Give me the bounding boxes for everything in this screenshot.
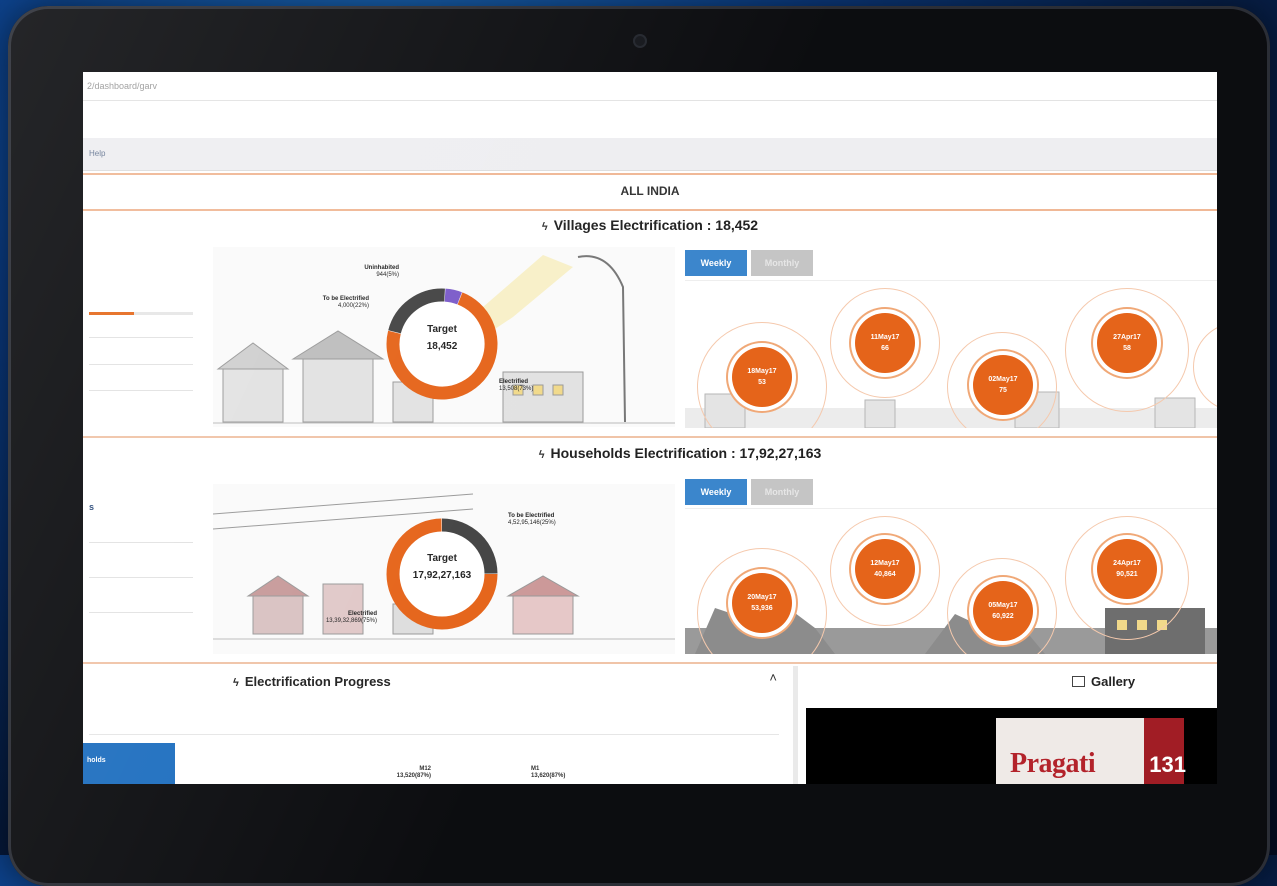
- tab-monthly[interactable]: Monthly: [751, 479, 813, 505]
- donut-segment-uninhabited: [444, 288, 462, 305]
- bubble-value: 53,936: [751, 605, 773, 612]
- bubble-date: 24Apr17: [1113, 560, 1141, 567]
- villages-section-title: ϟ Villages Electrification : 18,452: [83, 217, 1217, 233]
- villages-title-text: Villages Electrification : 18,452: [553, 217, 759, 233]
- bubble-value: 75: [999, 387, 1007, 394]
- bubble-value: 66: [881, 345, 889, 352]
- households-period-tabs: Weekly Monthly: [685, 479, 813, 505]
- thumbnail-title: Pragati: [1010, 748, 1096, 779]
- label-to-be-electrified-name: To be Electrified: [322, 296, 369, 302]
- bubble-week-2[interactable]: 12May17 40,864: [855, 539, 915, 599]
- donut-center-value: 18,452: [426, 341, 458, 352]
- label-electrified: Electrified 13,39,32,869(75%): [303, 611, 377, 625]
- households-side-label: s: [89, 502, 95, 512]
- section-divider: [83, 436, 1217, 438]
- tab-monthly[interactable]: Monthly: [751, 250, 813, 276]
- tablet-screen: 2/dashboard/garv Help ALL INDIA ϟ Village…: [83, 72, 1217, 784]
- marker-value: 13,620(87%): [531, 773, 566, 779]
- label-to-be-electrified-value: 4,000(22%): [337, 303, 369, 309]
- tab-households[interactable]: holds: [83, 743, 175, 784]
- households-weekly-bubbles: 20May17 53,936 12May17 40,864 05May17 60…: [685, 508, 1217, 654]
- bubble-date: 05May17: [988, 602, 1018, 609]
- address-bar[interactable]: 2/dashboard/garv: [83, 72, 1217, 101]
- marker-m1: M1 13,620(87%): [531, 766, 565, 780]
- panel-separator: [793, 666, 798, 784]
- donut-center-value: 17,92,27,163: [412, 570, 472, 581]
- bubble-date: 12May17: [870, 560, 900, 567]
- gallery-title-text: Gallery: [1091, 674, 1136, 689]
- lightning-bolt-icon: ϟ: [538, 449, 545, 461]
- bubble-value: 58: [1123, 345, 1131, 352]
- lightning-bolt-icon: ϟ: [233, 677, 239, 689]
- villages-period-tabs: Weekly Monthly: [685, 250, 813, 276]
- label-electrified: Electrified 13,508(73%): [499, 379, 533, 393]
- households-left-panel: s: [83, 472, 198, 662]
- gallery-viewer: Pragati 131: [806, 708, 1217, 784]
- villages-donut-center: Target 18,452: [395, 324, 489, 352]
- bubble-value: 40,864: [874, 571, 896, 578]
- bubble-value: 53: [758, 379, 766, 386]
- label-uninhabited-value: 944(5%): [376, 272, 399, 278]
- label-electrified-value: 13,508(73%): [499, 386, 534, 392]
- bubble-week-1[interactable]: 20May17 53,936: [732, 573, 792, 633]
- label-to-be-electrified-name: To be Electrified: [508, 513, 555, 519]
- donut-center-label: Target: [427, 324, 457, 335]
- chevron-up-icon[interactable]: ˄: [769, 670, 777, 685]
- tab-weekly[interactable]: Weekly: [685, 250, 747, 276]
- menu-item-help[interactable]: Help: [89, 149, 105, 158]
- bubble-value: 60,922: [992, 613, 1014, 620]
- marker-name: M1: [531, 766, 540, 772]
- bubble-value: 90,521: [1116, 571, 1138, 578]
- label-uninhabited-name: Uninhabited: [364, 265, 399, 271]
- progress-panel: ϟ Electrification Progress ˄ holds M12 13…: [83, 666, 791, 784]
- progress-panel-title: ϟ Electrification Progress: [233, 674, 391, 689]
- label-electrified-name: Electrified: [347, 611, 377, 617]
- marker-value: 13,520(87%): [396, 773, 431, 779]
- url-text: 2/dashboard/garv: [87, 81, 158, 91]
- bubble-date: 20May17: [747, 594, 777, 601]
- gallery-panel-title: Gallery: [1072, 674, 1135, 689]
- label-electrified-name: Electrified: [499, 379, 529, 385]
- villages-left-panel: [83, 242, 198, 422]
- bubble-date: 18May17: [747, 368, 777, 375]
- label-to-be-electrified: To be Electrified 4,52,95,146(25%): [508, 513, 556, 527]
- progress-bar: [89, 312, 193, 315]
- households-donut-center: Target 17,92,27,163: [395, 553, 489, 581]
- label-uninhabited: Uninhabited 944(5%): [339, 265, 399, 279]
- progress-title-text: Electrification Progress: [244, 674, 391, 689]
- section-divider: [83, 662, 1217, 664]
- tab-weekly[interactable]: Weekly: [685, 479, 747, 505]
- donut-center-label: Target: [427, 553, 457, 564]
- bubble-week-1[interactable]: 18May17 53: [732, 347, 792, 407]
- camera-icon: [633, 34, 647, 48]
- bubble-week-4[interactable]: 24Apr17 90,521: [1097, 539, 1157, 599]
- households-title-text: Households Electrification : 17,92,27,16…: [550, 445, 822, 461]
- villages-weekly-bubbles: 18May17 53 11May17 66 02May17 75 27Apr17…: [685, 280, 1217, 428]
- households-section-title: ϟ Households Electrification : 17,92,27,1…: [113, 445, 1217, 461]
- top-menu-bar: Help: [83, 138, 1217, 171]
- bubble-week-2[interactable]: 11May17 66: [855, 313, 915, 373]
- marker-m12: M12 13,520(87%): [373, 766, 431, 780]
- label-electrified-value: 13,39,32,869(75%): [325, 618, 377, 624]
- bubble-week-4[interactable]: 27Apr17 58: [1097, 313, 1157, 373]
- bubble-date: 02May17: [988, 376, 1018, 383]
- marker-name: M12: [419, 766, 431, 772]
- label-to-be-electrified-value: 4,52,95,146(25%): [508, 520, 556, 526]
- region-title: ALL INDIA: [620, 184, 680, 198]
- region-header: ALL INDIA: [83, 173, 1217, 211]
- bubble-week-3[interactable]: 05May17 60,922: [973, 581, 1033, 641]
- tab-households-label: holds: [87, 757, 106, 764]
- label-to-be-electrified: To be Electrified 4,000(22%): [293, 296, 369, 310]
- bubble-date: 27Apr17: [1113, 334, 1141, 341]
- lightning-bolt-icon: ϟ: [541, 221, 548, 233]
- bubble-week-3[interactable]: 02May17 75: [973, 355, 1033, 415]
- gallery-thumbnail[interactable]: Pragati 131: [996, 718, 1186, 784]
- gallery-panel: Gallery Pragati 131: [800, 666, 1217, 784]
- bubble-date: 11May17: [870, 334, 900, 341]
- image-icon: [1072, 676, 1085, 688]
- thumbnail-number: 131: [1149, 752, 1186, 777]
